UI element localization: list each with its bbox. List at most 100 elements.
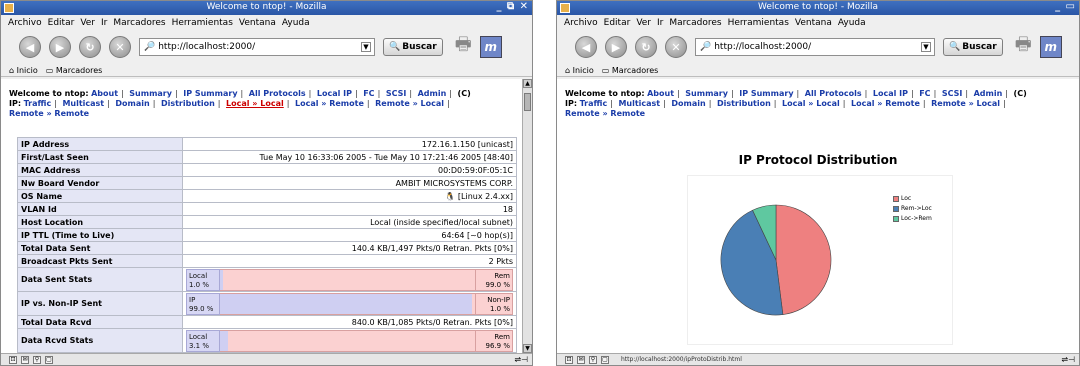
- submenu-distribution[interactable]: Distribution: [717, 99, 771, 108]
- print-icon[interactable]: 🖶: [1015, 32, 1032, 62]
- submenu-local-remote[interactable]: Local » Remote: [295, 99, 364, 108]
- submenu-local-local[interactable]: Local » Local: [782, 99, 840, 108]
- menu-ventana[interactable]: Ventana: [795, 18, 832, 28]
- scroll-up-button[interactable]: ▲: [523, 79, 532, 88]
- ip-vs-nonip-bar: IP 99.0 % Non-IP 1.0 %: [186, 292, 513, 315]
- menu-ayuda[interactable]: Ayuda: [282, 18, 310, 28]
- composer-icon[interactable]: ⚲: [33, 355, 41, 364]
- scroll-down-button[interactable]: ▼: [523, 344, 532, 353]
- menu-admin[interactable]: Admin: [974, 89, 1003, 98]
- submenu-multicast[interactable]: Multicast: [618, 99, 660, 108]
- menu-herramientas[interactable]: Herramientas: [172, 18, 233, 28]
- submenu-local-local[interactable]: Local » Local: [226, 99, 284, 108]
- menu-ver[interactable]: Ver: [80, 18, 95, 28]
- url-bar[interactable]: 🔎 http://localhost:2000/ ▼: [139, 38, 375, 56]
- menu-marcadores[interactable]: Marcadores: [669, 18, 721, 28]
- window-title: Welcome to ntop! - Mozilla: [758, 2, 878, 12]
- mail-icon[interactable]: ✉: [21, 355, 29, 364]
- composer-icon[interactable]: ⚲: [589, 355, 597, 364]
- menu-scsi[interactable]: SCSI: [942, 89, 963, 98]
- bar-fill: [220, 330, 228, 351]
- addressbook-icon[interactable]: ▢: [45, 355, 53, 364]
- menu-fc[interactable]: FC: [919, 89, 930, 98]
- url-bar[interactable]: 🔎 http://localhost:2000/ ▼: [695, 38, 935, 56]
- menu-all-protocols[interactable]: All Protocols: [249, 89, 306, 98]
- menu-copyright[interactable]: (C): [458, 89, 471, 98]
- online-status-icon[interactable]: ⇌⊣: [1061, 355, 1075, 364]
- menu-admin[interactable]: Admin: [418, 89, 447, 98]
- page-icon: 🔎: [700, 42, 712, 52]
- forward-button[interactable]: ▶: [605, 36, 627, 58]
- submenu-remote-remote[interactable]: Remote » Remote: [565, 109, 645, 118]
- vertical-scrollbar[interactable]: ▲ ▼: [522, 79, 532, 353]
- back-button[interactable]: ◀: [575, 36, 597, 58]
- title-bar[interactable]: Welcome to ntop! - Mozilla _ ⧉ ✕: [1, 1, 532, 15]
- window-controls[interactable]: _ ⧉ ✕: [497, 1, 529, 12]
- pie-slice-loc: [775, 204, 832, 315]
- bookmark-inicio-label: Inicio: [16, 65, 38, 75]
- window-controls[interactable]: _ ▭: [1055, 1, 1076, 12]
- menu-scsi[interactable]: SCSI: [386, 89, 407, 98]
- menu-all-protocols[interactable]: All Protocols: [805, 89, 862, 98]
- bookmark-marcadores-label: Marcadores: [55, 65, 103, 75]
- menu-ayuda[interactable]: Ayuda: [838, 18, 866, 28]
- submenu-domain[interactable]: Domain: [671, 99, 705, 108]
- forward-button[interactable]: ▶: [49, 36, 71, 58]
- search-button[interactable]: 🔍 Buscar: [943, 38, 1003, 56]
- menu-local-ip[interactable]: Local IP: [317, 89, 352, 98]
- menu-ip-summary[interactable]: IP Summary: [739, 89, 793, 98]
- submenu-traffic[interactable]: Traffic: [580, 99, 608, 108]
- row-value: 00:D0:59:0F:05:1C: [182, 163, 517, 177]
- menu-ir[interactable]: Ir: [657, 18, 663, 28]
- menu-editar[interactable]: Editar: [604, 18, 631, 28]
- menu-ver[interactable]: Ver: [636, 18, 651, 28]
- menu-marcadores[interactable]: Marcadores: [113, 18, 165, 28]
- row-value: 🐧 [Linux 2.4.xx]: [182, 189, 517, 203]
- menu-fc[interactable]: FC: [363, 89, 374, 98]
- submenu-remote-remote[interactable]: Remote » Remote: [9, 109, 89, 118]
- navigator-icon[interactable]: ⊡: [9, 355, 17, 364]
- menu-editar[interactable]: Editar: [48, 18, 75, 28]
- submenu-remote-local[interactable]: Remote » Local: [375, 99, 444, 108]
- stop-button[interactable]: ✕: [665, 36, 687, 58]
- menu-archivo[interactable]: Archivo: [8, 18, 42, 28]
- print-icon[interactable]: 🖶: [455, 32, 472, 62]
- submenu-local-remote[interactable]: Local » Remote: [851, 99, 920, 108]
- submenu-traffic[interactable]: Traffic: [24, 99, 52, 108]
- menu-ventana[interactable]: Ventana: [239, 18, 276, 28]
- menu-ip-summary[interactable]: IP Summary: [183, 89, 237, 98]
- throbber-icon[interactable]: m: [1039, 36, 1062, 58]
- bookmark-marcadores[interactable]: ▭ Marcadores: [46, 66, 103, 75]
- reload-button[interactable]: ↻: [79, 36, 101, 58]
- bookmark-marcadores[interactable]: ▭ Marcadores: [602, 66, 659, 75]
- url-dropdown-icon[interactable]: ▼: [361, 42, 371, 52]
- title-bar[interactable]: Welcome to ntop! - Mozilla _ ▭: [557, 1, 1079, 15]
- online-status-icon[interactable]: ⇌⊣: [514, 355, 528, 364]
- search-button[interactable]: 🔍 Buscar: [383, 38, 443, 56]
- menu-summary[interactable]: Summary: [685, 89, 728, 98]
- addressbook-icon[interactable]: ▢: [601, 355, 609, 364]
- menu-summary[interactable]: Summary: [129, 89, 172, 98]
- row-value: 172.16.1.150 [unicast]: [182, 137, 517, 151]
- submenu-domain[interactable]: Domain: [115, 99, 149, 108]
- menu-copyright[interactable]: (C): [1014, 89, 1027, 98]
- bookmark-inicio[interactable]: ⌂ Inicio: [565, 66, 594, 75]
- menu-about[interactable]: About: [91, 89, 118, 98]
- menu-archivo[interactable]: Archivo: [564, 18, 598, 28]
- url-dropdown-icon[interactable]: ▼: [921, 42, 931, 52]
- menu-ir[interactable]: Ir: [101, 18, 107, 28]
- reload-button[interactable]: ↻: [635, 36, 657, 58]
- submenu-remote-local[interactable]: Remote » Local: [931, 99, 1000, 108]
- submenu-distribution[interactable]: Distribution: [161, 99, 215, 108]
- throbber-icon[interactable]: m: [479, 36, 502, 58]
- menu-herramientas[interactable]: Herramientas: [728, 18, 789, 28]
- bookmark-inicio[interactable]: ⌂ Inicio: [9, 66, 38, 75]
- stop-button[interactable]: ✕: [109, 36, 131, 58]
- mail-icon[interactable]: ✉: [577, 355, 585, 364]
- back-button[interactable]: ◀: [19, 36, 41, 58]
- menu-local-ip[interactable]: Local IP: [873, 89, 908, 98]
- navigator-icon[interactable]: ⊡: [565, 355, 573, 364]
- scroll-thumb[interactable]: [524, 93, 531, 111]
- menu-about[interactable]: About: [647, 89, 674, 98]
- submenu-multicast[interactable]: Multicast: [62, 99, 104, 108]
